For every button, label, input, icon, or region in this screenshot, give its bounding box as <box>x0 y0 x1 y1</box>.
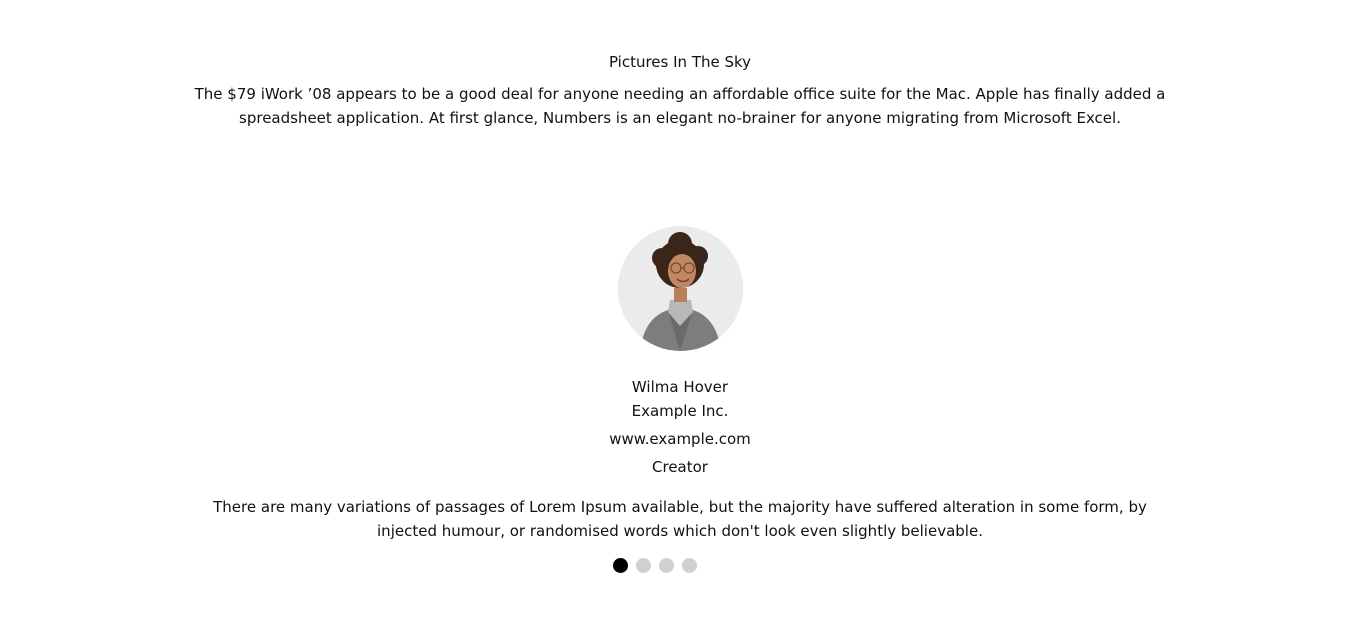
carousel-dot-2[interactable] <box>636 558 651 573</box>
carousel-dot-1[interactable] <box>613 558 628 573</box>
testimonial-role: Creator <box>652 458 708 476</box>
testimonial-name: Wilma Hover <box>631 378 729 396</box>
avatar <box>618 226 743 351</box>
carousel-dot-3[interactable] <box>659 558 674 573</box>
testimonial-website-link[interactable]: www.example.com <box>0 427 1360 451</box>
intro-title: Pictures In The Sky <box>608 53 752 71</box>
testimonial-section: Pictures In The Sky The $79 iWork ’08 ap… <box>0 0 1360 641</box>
testimonial-company: Example Inc. <box>631 402 729 420</box>
intro-text: The $79 iWork ’08 appears to be a good d… <box>194 85 1166 127</box>
avatar-portrait-image <box>618 226 743 351</box>
carousel-pagination <box>0 558 1360 573</box>
carousel-dot-4[interactable] <box>682 558 697 573</box>
testimonial-quote: There are many variations of passages of… <box>213 498 1147 540</box>
